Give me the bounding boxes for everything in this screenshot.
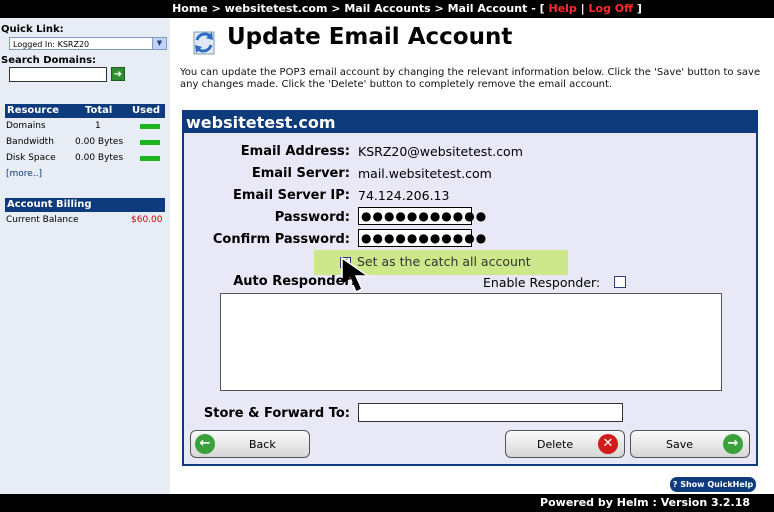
- nav-help-link[interactable]: Help: [548, 2, 576, 15]
- nav-home-link[interactable]: Home: [172, 2, 208, 15]
- nav-mail-accounts-link[interactable]: Mail Accounts: [344, 2, 430, 15]
- billing-label: Current Balance: [6, 215, 79, 225]
- quick-link-select[interactable]: Logged In: KSRZ20 ▼: [9, 37, 167, 50]
- save-button-label: Save: [666, 438, 694, 451]
- resource-total: 1: [95, 121, 101, 131]
- password-input[interactable]: ●●●●●●●●●●●: [358, 207, 486, 225]
- email-server-value: mail.websitetest.com: [358, 166, 492, 181]
- store-forward-input[interactable]: [358, 403, 623, 422]
- nav-separator: >: [434, 2, 444, 15]
- back-button[interactable]: ← Back: [190, 430, 310, 458]
- auto-responder-label: Auto Responder:: [233, 274, 356, 289]
- enable-responder-checkbox[interactable]: [614, 276, 626, 288]
- nav-separator: >: [211, 2, 221, 15]
- resource-row: Disk Space 0.00 Bytes: [5, 152, 165, 168]
- update-refresh-icon: [193, 31, 215, 55]
- delete-button[interactable]: Delete ✕: [505, 430, 625, 458]
- more-resources-row: [more..]: [5, 168, 165, 184]
- billing-header: Account Billing: [5, 198, 165, 212]
- email-server-ip-label: Email Server IP:: [232, 188, 350, 203]
- total-header: Total: [85, 105, 113, 116]
- search-domains-label: Search Domains:: [1, 55, 97, 66]
- resource-table-header: Resource Total Used: [5, 104, 165, 118]
- email-address-value: KSRZ20@websitetest.com: [358, 144, 523, 159]
- search-go-button[interactable]: ➜: [111, 67, 125, 81]
- resource-name: Bandwidth: [6, 137, 54, 147]
- billing-header-label: Account Billing: [7, 199, 92, 210]
- more-resources-link[interactable]: [more..]: [6, 169, 42, 179]
- resource-header: Resource: [7, 105, 60, 116]
- email-address-label: Email Address:: [240, 144, 350, 159]
- auto-responder-textarea[interactable]: [220, 293, 722, 391]
- arrow-left-icon: ←: [195, 434, 215, 454]
- help-icon: ?: [672, 480, 678, 489]
- nav-bracket-open: - [: [531, 2, 545, 15]
- usage-bar: [140, 124, 160, 129]
- nav-domain-link[interactable]: websitetest.com: [225, 2, 328, 15]
- usage-bar: [140, 156, 160, 161]
- nav-pipe: |: [580, 2, 585, 15]
- used-header: Used: [132, 105, 161, 116]
- chevron-down-icon[interactable]: ▼: [152, 38, 166, 49]
- resource-name: Domains: [6, 121, 46, 131]
- quick-link-label: Quick Link:: [1, 24, 64, 35]
- email-account-panel: websitetest.com Email Address: KSRZ20@we…: [182, 110, 758, 466]
- footer: Powered by Helm : Version 3.2.18: [0, 494, 774, 512]
- arrow-right-icon: ➜: [113, 69, 123, 80]
- email-server-ip-value: 74.124.206.13: [358, 188, 450, 203]
- arrow-right-icon: →: [723, 434, 743, 454]
- enable-responder-label: Enable Responder:: [483, 275, 601, 290]
- page-title: Update Email Account: [227, 24, 513, 50]
- confirm-password-label: Confirm Password:: [212, 232, 350, 247]
- sidebar: Quick Link: Logged In: KSRZ20 ▼ Search D…: [0, 18, 170, 494]
- nav-logoff-link[interactable]: Log Off: [589, 2, 634, 15]
- search-domains-input[interactable]: [9, 67, 107, 82]
- resource-total: 0.00 Bytes: [75, 137, 124, 147]
- email-server-label: Email Server:: [251, 166, 350, 181]
- resource-name: Disk Space: [6, 153, 56, 163]
- page-description: You can update the POP3 email account by…: [180, 67, 761, 90]
- top-nav-bar: Home > websitetest.com > Mail Accounts >…: [0, 0, 774, 18]
- delete-button-label: Delete: [537, 438, 574, 451]
- usage-bar: [140, 140, 160, 145]
- panel-title: websitetest.com: [184, 112, 756, 133]
- close-icon: ✕: [598, 434, 618, 454]
- show-quickhelp-button[interactable]: ? Show QuickHelp: [670, 477, 756, 492]
- nav-separator: >: [331, 2, 341, 15]
- resource-row: Bandwidth 0.00 Bytes: [5, 136, 165, 152]
- store-forward-label: Store & Forward To:: [203, 406, 350, 421]
- catch-all-label: Set as the catch all account: [357, 254, 531, 269]
- password-label: Password:: [274, 210, 350, 225]
- back-button-label: Back: [249, 438, 276, 451]
- quickhelp-label: Show QuickHelp: [680, 480, 754, 489]
- quick-link-value: Logged In: KSRZ20: [13, 40, 90, 49]
- billing-row: Current Balance $60.00: [5, 214, 165, 230]
- billing-value: $60.00: [131, 215, 163, 225]
- nav-bracket-close: ]: [636, 2, 642, 15]
- main-content: Update Email Account You can update the …: [170, 18, 774, 494]
- save-button[interactable]: Save →: [630, 430, 750, 458]
- resource-total: 0.00 Bytes: [75, 153, 124, 163]
- nav-current-page: Mail Account: [447, 2, 528, 15]
- resource-row: Domains 1: [5, 120, 165, 136]
- confirm-password-input[interactable]: ●●●●●●●●●●●: [358, 229, 486, 247]
